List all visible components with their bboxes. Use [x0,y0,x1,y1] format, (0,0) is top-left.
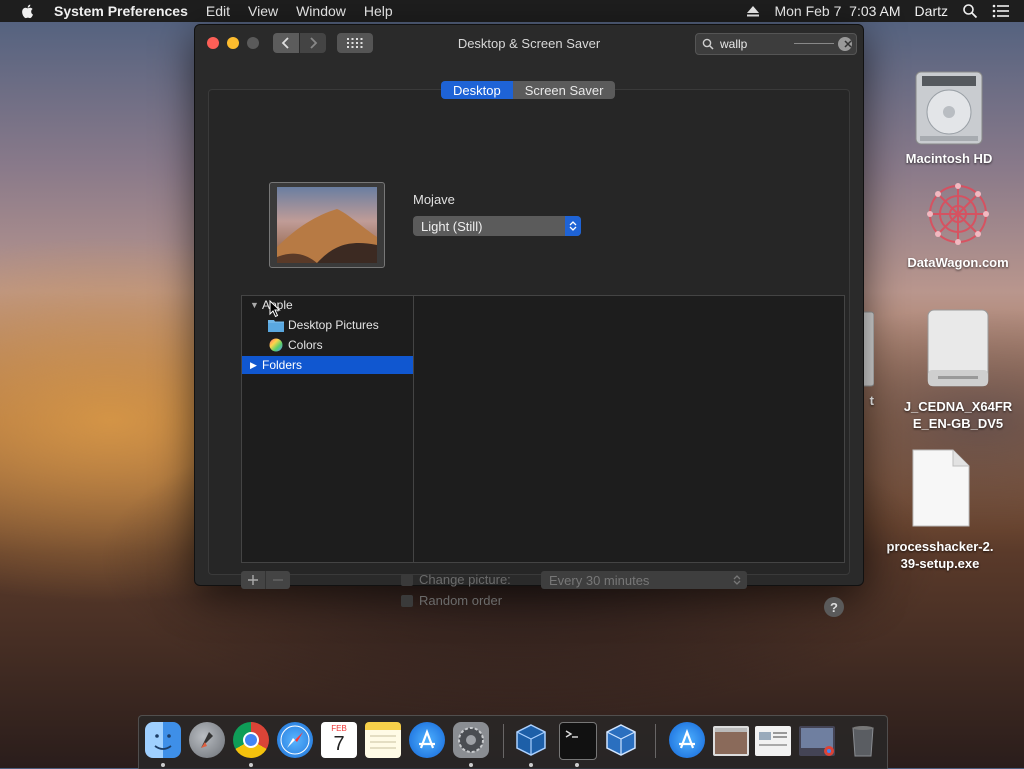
source-list[interactable]: ▼ Apple Desktop Pictures Colors ▶ Folder… [241,295,414,563]
running-indicator [575,763,579,767]
notes-icon[interactable] [365,722,401,758]
desktop-icon-label-line1: processhacker-2. [886,539,994,554]
search-field[interactable] [695,33,857,55]
disk-image-icon [927,309,989,387]
running-indicator [161,763,165,767]
add-folder-button[interactable] [241,571,266,589]
source-item-desktop-pictures[interactable]: Desktop Pictures [242,316,414,334]
help-button[interactable]: ? [824,597,844,617]
source-group-folders[interactable]: ▶ Folders [242,356,414,374]
search-input[interactable] [718,36,802,52]
app-store-icon[interactable] [409,722,445,758]
interval-value: Every 30 minutes [549,572,650,588]
add-remove-buttons [241,571,290,589]
search-icon [702,38,714,50]
eject-icon[interactable] [746,5,760,17]
clock[interactable]: Mon Feb 7 7:03 AM [774,3,900,19]
menu-window[interactable]: Window [296,3,346,19]
calendar-day: 7 [333,733,345,755]
plus-icon [248,575,258,585]
image-grid[interactable] [413,295,845,563]
change-picture-label: Change picture: [419,572,511,587]
dock: FEB 7 [138,715,888,769]
desktop-icon-label-line2: 39-setup.exe [900,556,980,571]
app-store-downloads-icon[interactable] [669,722,705,758]
desktop-icon-cedna-disk[interactable]: J_CEDNA_X64FR E_EN-GB_DV5 [896,308,1020,432]
desktop-icon-label-line2: E_EN-GB_DV5 [912,416,1004,431]
remove-folder-button[interactable] [266,571,290,589]
color-wheel-icon [269,338,283,352]
apple-logo-icon[interactable] [20,3,36,19]
chrome-window-icon[interactable] [799,726,835,756]
mouse-pointer-icon [269,300,281,318]
mojave-thumbnail [277,187,377,263]
wallpaper-preview[interactable] [269,182,385,268]
minus-icon [273,579,283,581]
document-icon [912,449,970,527]
running-indicator [249,763,253,767]
tab-desktop[interactable]: Desktop [441,81,513,99]
menu-view[interactable]: View [248,3,278,19]
popup-arrows-icon [733,575,741,585]
desktop-icon-processhacker[interactable]: processhacker-2. 39-setup.exe [876,448,1004,572]
source-item-colors[interactable]: Colors [242,336,414,354]
launchpad-icon[interactable] [189,722,225,758]
dock-separator [503,724,504,758]
calendar-icon[interactable]: FEB 7 [321,722,357,758]
safari-icon[interactable] [277,722,313,758]
system-preferences-icon[interactable] [453,722,489,758]
running-indicator [529,763,533,767]
desktop-icon-macintosh-hd[interactable]: Macintosh HD [896,66,1002,167]
trash-icon[interactable] [845,722,881,758]
random-order-option[interactable]: Random order [401,593,502,608]
source-group-label: Folders [262,358,303,372]
menu-help[interactable]: Help [364,3,393,19]
random-order-checkbox[interactable] [401,594,413,607]
chrome-icon[interactable] [233,722,269,758]
document-window-icon[interactable] [755,726,791,756]
running-indicator [469,763,473,767]
wallpaper-name: Mojave [413,192,455,207]
search-progress-line [794,43,834,44]
menu-edit[interactable]: Edit [206,3,230,19]
tab-control: Desktop Screen Saver [441,81,616,99]
close-icon [844,40,852,48]
virtualbox-vm-icon[interactable] [603,722,639,758]
notification-center-icon[interactable] [992,4,1010,18]
desktop-icon-label: Macintosh HD [905,151,993,166]
tab-screen-saver[interactable]: Screen Saver [512,81,616,99]
preferences-window: Desktop & Screen Saver Desktop Screen Sa… [194,24,864,617]
disclosure-down-icon[interactable]: ▼ [250,300,260,310]
change-picture-option[interactable]: Change picture: [401,572,511,587]
desktop-icon-label-line1: J_CEDNA_X64FR [903,399,1013,414]
user-name[interactable]: Dartz [915,3,948,19]
virtualbox-icon[interactable] [513,722,549,758]
interval-popup[interactable]: Every 30 minutes [541,571,747,589]
preview-window-icon[interactable] [713,726,749,756]
popup-arrows-icon [565,216,581,236]
disclosure-right-icon[interactable]: ▶ [250,360,260,371]
appearance-popup[interactable]: Light (Still) [413,216,581,236]
content-panel: Mojave Light (Still) ▼ Apple Desktop Pic… [208,89,850,617]
random-order-label: Random order [419,593,503,608]
datawagon-logo-icon [927,183,989,245]
title-bar[interactable]: Desktop & Screen Saver [195,25,863,63]
menu-app-name[interactable]: System Preferences [54,3,188,19]
finder-icon[interactable] [145,722,181,758]
dock-separator [655,724,656,758]
desktop-icon-datawagon[interactable]: DataWagon.com [898,178,1018,271]
source-group-apple[interactable]: ▼ Apple [242,296,414,314]
clear-search-button[interactable] [838,37,852,51]
spotlight-icon[interactable] [962,3,978,19]
terminal-icon[interactable] [559,722,597,760]
desktop-icon-label: DataWagon.com [907,255,1009,270]
appearance-value: Light (Still) [421,218,483,234]
menu-bar: System Preferences Edit View Window Help… [0,0,1024,22]
folder-icon [268,320,284,332]
change-picture-checkbox[interactable] [401,573,413,586]
source-item-label: Colors [288,338,323,352]
calendar-month: FEB [331,724,347,733]
hard-drive-icon [915,71,983,145]
source-item-label: Desktop Pictures [288,318,379,332]
